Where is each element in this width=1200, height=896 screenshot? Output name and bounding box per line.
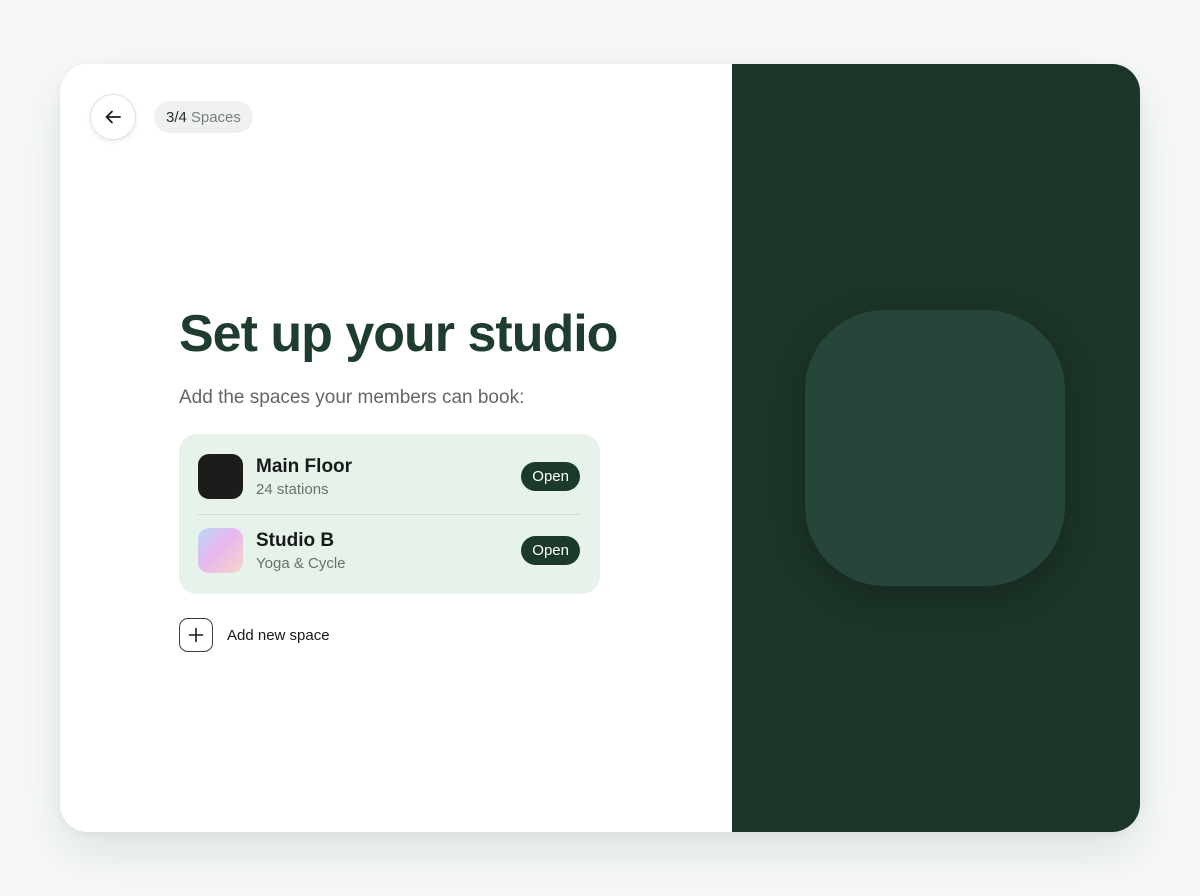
space-meta: Yoga & Cycle bbox=[256, 555, 346, 572]
add-space-label: Add new space bbox=[227, 626, 330, 644]
step-total: 4 bbox=[178, 108, 187, 126]
spaces-list: Main Floor 24 stations Open Studio B Yog… bbox=[179, 434, 600, 594]
step-label: Spaces bbox=[190, 108, 241, 126]
step-current: 3 bbox=[166, 108, 175, 126]
step-indicator: 3 / 4 Spaces bbox=[154, 101, 253, 133]
arrow-left-icon bbox=[105, 110, 121, 124]
list-item: Main Floor 24 stations Open bbox=[198, 454, 580, 514]
open-button[interactable]: Open bbox=[521, 536, 580, 565]
back-button[interactable] bbox=[90, 94, 136, 140]
plus-icon bbox=[179, 618, 213, 652]
onboarding-card: 3 / 4 Spaces Set up your studio Add the … bbox=[60, 64, 1140, 832]
space-name: Main Floor bbox=[256, 456, 353, 477]
preview-panel bbox=[732, 64, 1140, 832]
form-panel: 3 / 4 Spaces Set up your studio Add the … bbox=[60, 64, 732, 832]
preview-tile bbox=[805, 310, 1065, 586]
list-item: Studio B Yoga & Cycle Open bbox=[198, 528, 580, 588]
space-thumbnail bbox=[198, 528, 243, 573]
add-space-button[interactable]: Add new space bbox=[179, 616, 330, 654]
space-name: Studio B bbox=[256, 530, 335, 551]
open-button[interactable]: Open bbox=[521, 462, 580, 491]
space-meta: 24 stations bbox=[256, 481, 329, 498]
divider bbox=[198, 514, 580, 515]
page-subtitle: Add the spaces your members can book: bbox=[179, 387, 525, 408]
page-title: Set up your studio bbox=[179, 305, 618, 363]
space-thumbnail bbox=[198, 454, 243, 499]
